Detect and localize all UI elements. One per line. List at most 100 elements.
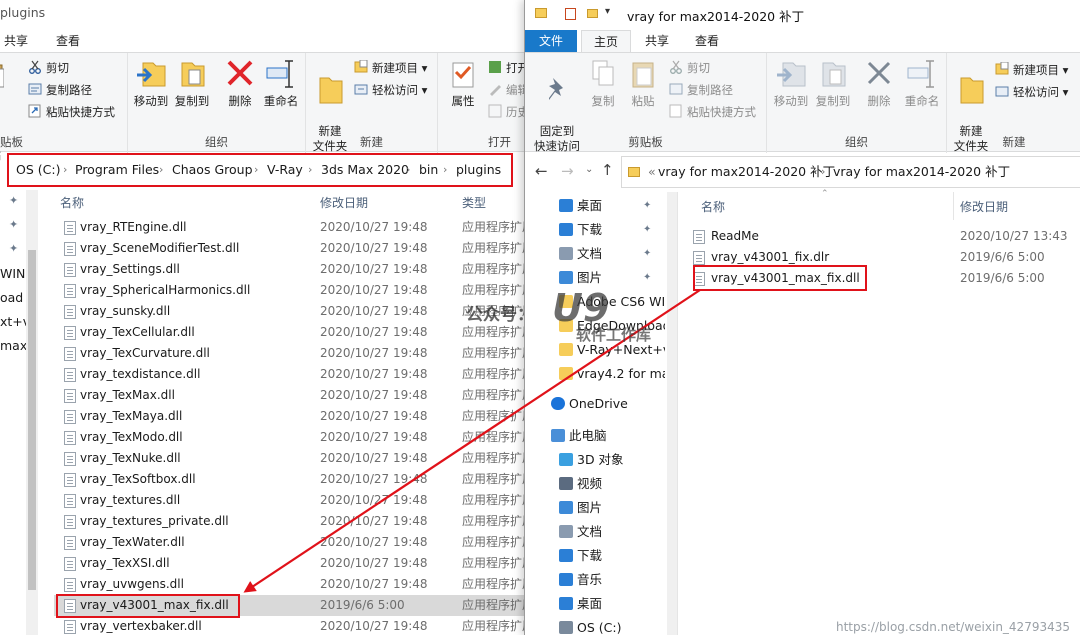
- nav-item[interactable]: EdgeDownload: [559, 314, 665, 338]
- copy-path-button[interactable]: 复制路径: [669, 80, 733, 100]
- new-item-button[interactable]: 新建项目 ▾: [995, 60, 1068, 80]
- nav-item[interactable]: 图片: [559, 496, 665, 520]
- nav-item[interactable]: 桌面 ✦: [559, 194, 665, 218]
- paste-button[interactable]: 粘贴: [0, 57, 16, 162]
- file-row[interactable]: vray_uvwgens.dll 2020/10/27 19:48 应用程序扩展: [54, 574, 528, 595]
- back-arrow-icon[interactable]: ←: [535, 162, 548, 180]
- properties-button[interactable]: 属性: [446, 57, 480, 109]
- file-row[interactable]: vray_SphericalHarmonics.dll 2020/10/27 19…: [54, 280, 528, 301]
- qat-dropdown-icon[interactable]: ▾: [605, 6, 610, 17]
- breadcrumb-3dsmax[interactable]: 3ds Max 2020: [321, 153, 409, 187]
- cut-button[interactable]: 剪切: [669, 58, 710, 78]
- copy-to-button[interactable]: 复制到: [813, 57, 853, 109]
- file-row[interactable]: vray_TexMax.dll 2020/10/27 19:48 应用程序扩展: [54, 385, 528, 406]
- file-row[interactable]: vray_RTEngine.dll 2020/10/27 19:48 应用程序扩展: [54, 217, 528, 238]
- file-row[interactable]: vray_TexXSI.dll 2020/10/27 19:48 应用程序扩展: [54, 553, 528, 574]
- address-bar[interactable]: « vray for max2014-2020 补丁 › vray for ma…: [621, 156, 1080, 188]
- nav-item[interactable]: 图片 ✦: [559, 266, 665, 290]
- new-item-button[interactable]: 新建项目 ▾: [354, 58, 427, 78]
- copy-button[interactable]: 复制: [585, 57, 621, 109]
- paste-shortcut-button[interactable]: 粘贴快捷方式: [28, 102, 115, 122]
- breadcrumb-patch-parent[interactable]: vray for max2014-2020 补丁: [658, 157, 835, 187]
- breadcrumb-overflow[interactable]: «: [648, 157, 656, 187]
- nav-item[interactable]: Adobe CS6 WIN: [559, 290, 665, 314]
- file-row[interactable]: vray_TexWater.dll 2020/10/27 19:48 应用程序扩展: [54, 532, 528, 553]
- nav-item-partial[interactable]: oad: [0, 286, 23, 310]
- nav-item[interactable]: 音乐: [559, 568, 665, 592]
- tab-share[interactable]: 共享: [0, 30, 40, 52]
- history-dropdown-icon[interactable]: ⌄: [585, 164, 593, 175]
- file-row[interactable]: vray_vertexbaker.dll 2020/10/27 19:48 应用程序…: [54, 616, 528, 635]
- file-row[interactable]: vray_textures.dll 2020/10/27 19:48 应用程序扩展: [54, 490, 528, 511]
- file-row[interactable]: vray_TexSoftbox.dll 2020/10/27 19:48 应用程序扩…: [54, 469, 528, 490]
- file-row[interactable]: vray_v43001_max_fix.dll 2019/6/6 5:00: [685, 268, 1080, 289]
- copy-path-button[interactable]: 复制路径: [28, 80, 92, 100]
- column-name[interactable]: 名称: [701, 196, 725, 218]
- column-date[interactable]: 修改日期: [960, 196, 1008, 218]
- nav-item[interactable]: OS (C:): [559, 616, 665, 635]
- file-row[interactable]: vray_TexMaya.dll 2020/10/27 19:48 应用程序扩展: [54, 406, 528, 427]
- tab-view[interactable]: 查看: [683, 30, 731, 52]
- breadcrumb-bin[interactable]: bin: [419, 153, 438, 187]
- nav-item[interactable]: 文档 ✦: [559, 242, 665, 266]
- nav-scrollbar-thumb[interactable]: [28, 250, 36, 590]
- rename-button[interactable]: 重命名: [258, 57, 304, 109]
- nav-item[interactable]: 下载 ✦: [559, 218, 665, 242]
- move-to-button[interactable]: 移动到: [131, 57, 171, 109]
- delete-button[interactable]: 删除: [220, 57, 260, 109]
- breadcrumb-program-files[interactable]: Program Files: [75, 153, 159, 187]
- paste-shortcut-button[interactable]: 粘贴快捷方式: [669, 102, 756, 122]
- nav-scrollbar[interactable]: [26, 190, 38, 635]
- history-button[interactable]: 历史: [488, 102, 528, 122]
- move-to-button[interactable]: 移动到: [771, 57, 811, 109]
- nav-item[interactable]: 3D 对象: [559, 448, 665, 472]
- tab-file[interactable]: 文件: [525, 30, 578, 52]
- nav-item[interactable]: OneDrive: [551, 392, 665, 416]
- nav-item[interactable]: 此电脑: [551, 424, 665, 448]
- nav-scrollbar[interactable]: [667, 192, 677, 635]
- nav-item-partial[interactable]: WIN: [0, 262, 25, 286]
- file-row[interactable]: vray_texdistance.dll 2020/10/27 19:48 应用程序…: [54, 364, 528, 385]
- nav-item[interactable]: 桌面: [559, 592, 665, 616]
- nav-item[interactable]: 文档: [559, 520, 665, 544]
- nav-item[interactable]: vray4.2 for max: [559, 362, 665, 386]
- up-arrow-icon[interactable]: ↑: [601, 161, 614, 179]
- file-row[interactable]: vray_v43001_fix.dlr 2019/6/6 5:00: [685, 247, 1080, 268]
- file-row[interactable]: vray_Settings.dll 2020/10/27 19:48 应用程序扩展: [54, 259, 528, 280]
- file-row[interactable]: vray_TexCurvature.dll 2020/10/27 19:48 应用程…: [54, 343, 528, 364]
- open-button[interactable]: 打开: [488, 58, 528, 78]
- breadcrumb-patch-folder[interactable]: vray for max2014-2020 补丁: [833, 157, 1010, 187]
- address-bar[interactable]: OS (C:) › Program Files › Chaos Group › …: [0, 153, 528, 187]
- nav-item[interactable]: 下载: [559, 544, 665, 568]
- easy-access-button[interactable]: 轻松访问 ▾: [354, 80, 427, 100]
- nav-item[interactable]: 视频: [559, 472, 665, 496]
- easy-access-button[interactable]: 轻松访问 ▾: [995, 82, 1068, 102]
- rename-button[interactable]: 重命名: [899, 57, 945, 109]
- paste-button[interactable]: 粘贴: [625, 57, 661, 109]
- file-row[interactable]: vray_SceneModifierTest.dll 2020/10/27 19:…: [54, 238, 528, 259]
- copy-to-button[interactable]: 复制到: [172, 57, 212, 109]
- tab-view[interactable]: 查看: [44, 30, 92, 52]
- file-row[interactable]: vray_TexNuke.dll 2020/10/27 19:48 应用程序扩展: [54, 448, 528, 469]
- file-row[interactable]: vray_TexCellular.dll 2020/10/27 19:48 应用程序…: [54, 322, 528, 343]
- breadcrumb-chaos-group[interactable]: Chaos Group: [172, 153, 253, 187]
- file-row[interactable]: vray_v43001_max_fix.dll 2019/6/6 5:00 应用程序…: [54, 595, 528, 616]
- breadcrumb-plugins[interactable]: plugins: [456, 153, 501, 187]
- column-date[interactable]: 修改日期: [320, 192, 368, 214]
- tab-share[interactable]: 共享: [633, 30, 681, 52]
- file-row[interactable]: vray_TexModo.dll 2020/10/27 19:48 应用程序扩展: [54, 427, 528, 448]
- column-type[interactable]: 类型: [462, 192, 486, 214]
- file-row[interactable]: ReadMe 2020/10/27 13:43: [685, 226, 1080, 247]
- cut-button[interactable]: 剪切: [28, 58, 69, 78]
- delete-button[interactable]: 删除: [861, 57, 897, 109]
- file-row[interactable]: vray_textures_private.dll 2020/10/27 19:4…: [54, 511, 528, 532]
- forward-arrow-icon[interactable]: →: [561, 162, 574, 180]
- column-name[interactable]: 名称: [60, 192, 84, 214]
- edit-button[interactable]: 编辑: [488, 80, 528, 100]
- file-row[interactable]: vray_sunsky.dll 2020/10/27 19:48 应用程序扩展: [54, 301, 528, 322]
- tab-home[interactable]: 主页: [581, 30, 632, 52]
- nav-item-partial[interactable]: max: [0, 334, 27, 358]
- nav-item[interactable]: V-Ray+Next+v4: [559, 338, 665, 362]
- breadcrumb-os-c[interactable]: OS (C:): [16, 153, 60, 187]
- breadcrumb-vray[interactable]: V-Ray: [267, 153, 303, 187]
